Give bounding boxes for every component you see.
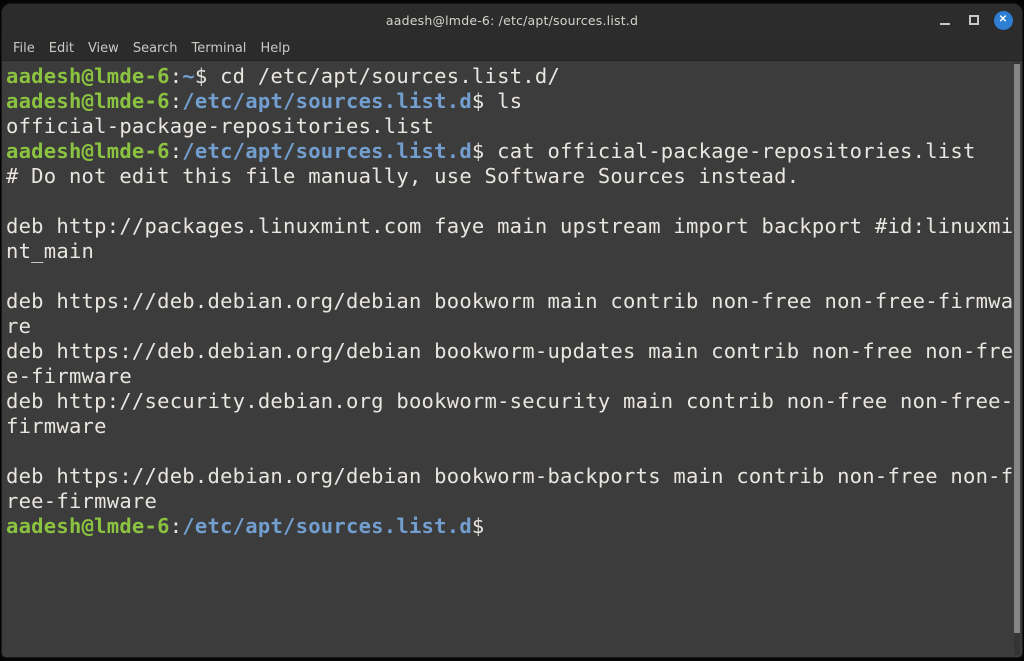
terminal-text: nt_main bbox=[6, 239, 94, 263]
terminal-line: deb http://packages.linuxmint.com faye m… bbox=[6, 214, 1022, 239]
terminal-text: e-firmware bbox=[6, 364, 132, 388]
terminal-text: : bbox=[170, 139, 183, 163]
terminal-line: aadesh@lmde-6:/etc/apt/sources.list.d$ bbox=[6, 514, 1022, 539]
terminal-line: # Do not edit this file manually, use So… bbox=[6, 164, 1022, 189]
prompt-path: /etc/apt/sources.list.d bbox=[182, 139, 472, 163]
terminal-line: deb https://deb.debian.org/debian bookwo… bbox=[6, 289, 1022, 314]
menu-item-terminal[interactable]: Terminal bbox=[184, 41, 253, 56]
close-icon: ✕ bbox=[994, 11, 1013, 30]
terminal-text: deb https://deb.debian.org/debian bookwo… bbox=[6, 289, 1013, 313]
window-title: aadesh@lmde-6: /etc/apt/sources.list.d bbox=[386, 13, 638, 28]
terminal-text: official-package-repositories.list bbox=[6, 114, 434, 138]
scrollbar-thumb[interactable] bbox=[1014, 64, 1020, 633]
terminal-line: nt_main bbox=[6, 239, 1022, 264]
terminal-text: $ ls bbox=[472, 89, 522, 113]
terminal-line: firmware bbox=[6, 414, 1022, 439]
terminal-text: firmware bbox=[6, 414, 107, 438]
menu-item-view[interactable]: View bbox=[81, 41, 126, 56]
terminal-line: aadesh@lmde-6:/etc/apt/sources.list.d$ c… bbox=[6, 139, 1022, 164]
terminal-text: $ bbox=[472, 514, 485, 538]
terminal-screen[interactable]: aadesh@lmde-6:~$ cd /etc/apt/sources.lis… bbox=[2, 62, 1022, 657]
desktop: { "window": { "title": "aadesh@lmde-6: /… bbox=[0, 0, 1024, 661]
terminal-window: aadesh@lmde-6: /etc/apt/sources.list.d ✕… bbox=[1, 3, 1023, 658]
minimize-icon bbox=[940, 23, 950, 25]
titlebar[interactable]: aadesh@lmde-6: /etc/apt/sources.list.d ✕ bbox=[2, 4, 1022, 36]
menubar: FileEditViewSearchTerminalHelp bbox=[2, 36, 1022, 61]
terminal-line: aadesh@lmde-6:~$ cd /etc/apt/sources.lis… bbox=[6, 64, 1022, 89]
terminal-line: re bbox=[6, 314, 1022, 339]
terminal-text: : bbox=[170, 64, 183, 88]
terminal-text: : bbox=[170, 514, 183, 538]
terminal-text: deb http://security.debian.org bookworm-… bbox=[6, 389, 1013, 413]
maximize-button[interactable] bbox=[964, 10, 984, 30]
terminal-text: re bbox=[6, 314, 31, 338]
terminal-line: ree-firmware bbox=[6, 489, 1022, 514]
scrollbar[interactable] bbox=[1014, 62, 1020, 655]
minimize-button[interactable] bbox=[935, 10, 955, 30]
prompt-user-host: aadesh@lmde-6 bbox=[6, 89, 170, 113]
menu-item-edit[interactable]: Edit bbox=[42, 41, 81, 56]
terminal-text: ree-firmware bbox=[6, 489, 157, 513]
terminal-line bbox=[6, 189, 1022, 214]
menu-item-file[interactable]: File bbox=[6, 41, 42, 56]
prompt-user-host: aadesh@lmde-6 bbox=[6, 64, 170, 88]
prompt-user-host: aadesh@lmde-6 bbox=[6, 514, 170, 538]
terminal-line: deb https://deb.debian.org/debian bookwo… bbox=[6, 339, 1022, 364]
prompt-path: /etc/apt/sources.list.d bbox=[182, 514, 472, 538]
prompt-path: ~ bbox=[182, 64, 195, 88]
prompt-path: /etc/apt/sources.list.d bbox=[182, 89, 472, 113]
menu-item-search[interactable]: Search bbox=[126, 41, 185, 56]
terminal-line bbox=[6, 264, 1022, 289]
terminal-text: $ cd /etc/apt/sources.list.d/ bbox=[195, 64, 560, 88]
window-controls: ✕ bbox=[935, 4, 1013, 36]
terminal-text: deb https://deb.debian.org/debian bookwo… bbox=[6, 464, 1013, 488]
terminal-line: deb https://deb.debian.org/debian bookwo… bbox=[6, 464, 1022, 489]
terminal-text: : bbox=[170, 89, 183, 113]
terminal-text: deb http://packages.linuxmint.com faye m… bbox=[6, 214, 1013, 238]
terminal-text: $ cat official-package-repositories.list bbox=[472, 139, 976, 163]
close-button[interactable]: ✕ bbox=[993, 10, 1013, 30]
terminal-line: e-firmware bbox=[6, 364, 1022, 389]
terminal-line: aadesh@lmde-6:/etc/apt/sources.list.d$ l… bbox=[6, 89, 1022, 114]
prompt-user-host: aadesh@lmde-6 bbox=[6, 139, 170, 163]
terminal-line: official-package-repositories.list bbox=[6, 114, 1022, 139]
terminal-line bbox=[6, 439, 1022, 464]
menu-item-help[interactable]: Help bbox=[253, 41, 297, 56]
terminal-text: deb https://deb.debian.org/debian bookwo… bbox=[6, 339, 1013, 363]
maximize-icon bbox=[969, 15, 979, 25]
terminal-text: # Do not edit this file manually, use So… bbox=[6, 164, 799, 188]
terminal-line: deb http://security.debian.org bookworm-… bbox=[6, 389, 1022, 414]
